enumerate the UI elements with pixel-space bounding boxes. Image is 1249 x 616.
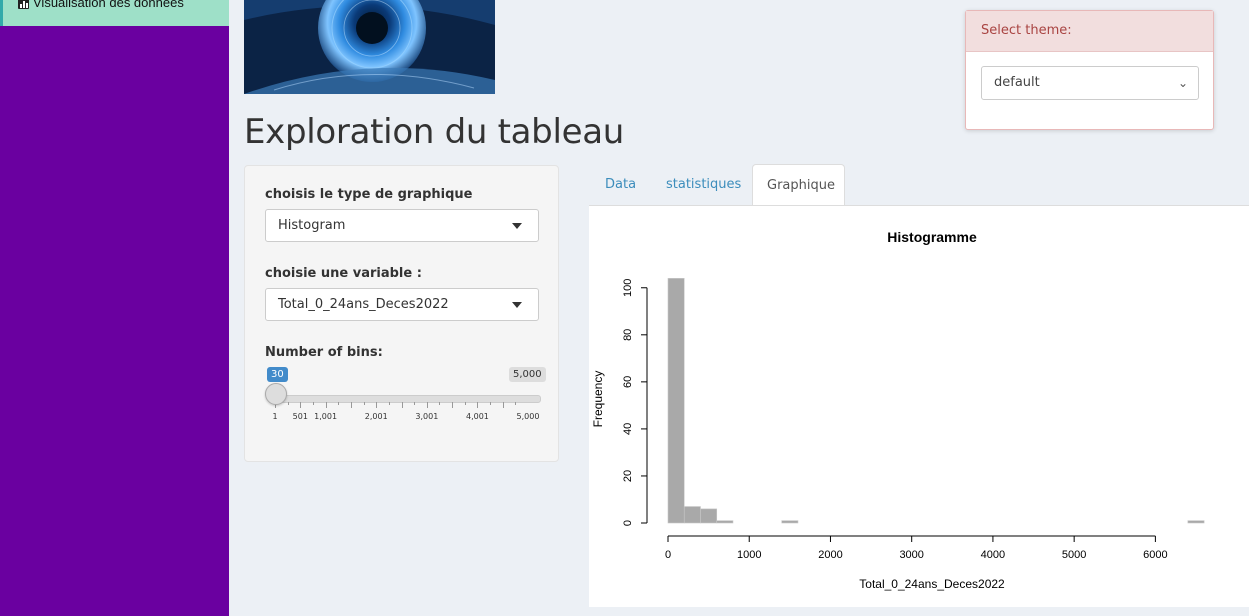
sidebar-item-label: Visualisation des données — [33, 0, 184, 10]
x-tick-label: 0 — [665, 549, 671, 561]
tab-graphique[interactable]: Graphique — [752, 164, 845, 206]
histogram-bar — [700, 508, 718, 524]
tab-content: Histogramme Total_0_24ans_Deces2022 Freque… — [589, 205, 1249, 607]
slider-tick — [388, 402, 390, 405]
slider-value-badge: 30 — [267, 367, 288, 382]
x-tick-label: 3000 — [899, 549, 923, 561]
chart-title: Histogramme — [887, 229, 977, 245]
slider-tick — [300, 402, 302, 408]
slider-tick — [426, 402, 428, 408]
slider-tick — [325, 402, 327, 408]
theme-panel-title: Select theme: — [966, 11, 1213, 52]
slider-tick — [464, 402, 466, 405]
chevron-down-icon: ⌄ — [1177, 76, 1188, 90]
bins-label: Number of bins: — [265, 345, 383, 360]
histogram-bar — [1187, 520, 1205, 524]
slider-tick-label: 4,001 — [465, 412, 489, 421]
page-title: Exploration du tableau — [244, 112, 625, 152]
sidebar: Visualisation des données — [0, 0, 229, 616]
x-tick-label: 6000 — [1143, 549, 1167, 561]
y-tick-label: 20 — [622, 470, 634, 482]
y-tick-label: 40 — [622, 423, 634, 435]
slider-tick — [477, 402, 479, 408]
slider-tick — [515, 402, 517, 405]
slider-tick — [414, 402, 416, 405]
caret-down-icon — [512, 223, 522, 229]
slider-tick — [363, 402, 365, 405]
y-axis-label: Frequency — [591, 371, 605, 428]
y-tick-label: 0 — [622, 520, 634, 526]
slider-tick — [490, 402, 492, 405]
slider-tick — [452, 402, 454, 408]
slider-tick — [312, 402, 314, 405]
slider-tick-label: 3,001 — [415, 412, 439, 421]
bins-slider-handle[interactable] — [265, 383, 287, 405]
slider-tick-label: 5,000 — [516, 412, 540, 421]
slider-tick — [338, 402, 340, 405]
slider-tick — [287, 402, 289, 405]
caret-down-icon — [512, 302, 522, 308]
chart-type-select[interactable]: Histogram — [265, 209, 539, 242]
bar-chart-icon — [18, 0, 29, 9]
slider-tick — [439, 402, 441, 405]
slider-tick-label: 1 — [272, 412, 278, 421]
histogram-bar — [781, 520, 799, 524]
eye-image — [244, 0, 495, 94]
histogram-bar — [683, 506, 701, 524]
theme-panel: Select theme: default ⌄ — [965, 10, 1214, 130]
slider-tick — [401, 402, 403, 408]
y-tick-label: 100 — [622, 279, 634, 297]
chart-type-value: Histogram — [278, 218, 346, 233]
chart-type-label: choisis le type de graphique — [265, 187, 473, 202]
slider-tick — [350, 402, 352, 408]
input-panel: choisis le type de graphique Histogram c… — [244, 165, 559, 462]
slider-max-badge: 5,000 — [509, 367, 546, 382]
tab-data[interactable]: Data — [591, 164, 650, 206]
bins-slider-track[interactable] — [275, 395, 541, 403]
histogram-bar — [667, 278, 685, 524]
x-tick-label: 2000 — [818, 549, 842, 561]
theme-select[interactable]: default ⌄ — [981, 66, 1199, 100]
x-tick-label: 4000 — [981, 549, 1005, 561]
x-axis-label: Total_0_24ans_Deces2022 — [859, 577, 1005, 591]
x-tick-label: 5000 — [1062, 549, 1086, 561]
theme-select-value: default — [994, 75, 1040, 90]
x-tick-label: 1000 — [737, 549, 761, 561]
slider-tick — [376, 402, 378, 408]
slider-tick-label: 1,001 — [314, 412, 338, 421]
histogram-plot: Histogramme Total_0_24ans_Deces2022 Freque… — [591, 229, 1205, 591]
slider-tick — [502, 402, 504, 408]
variable-value: Total_0_24ans_Deces2022 — [278, 297, 449, 312]
y-tick-label: 60 — [622, 376, 634, 388]
sidebar-item-visualisation[interactable]: Visualisation des données — [0, 0, 229, 26]
variable-label: choisie une variable : — [265, 266, 422, 281]
slider-tick-label: 2,001 — [364, 412, 388, 421]
histogram-bar — [716, 520, 734, 524]
y-tick-label: 80 — [622, 329, 634, 341]
tab-statistiques[interactable]: statistiques — [652, 164, 755, 206]
variable-select[interactable]: Total_0_24ans_Deces2022 — [265, 288, 539, 321]
slider-tick-label: 501 — [292, 412, 308, 421]
